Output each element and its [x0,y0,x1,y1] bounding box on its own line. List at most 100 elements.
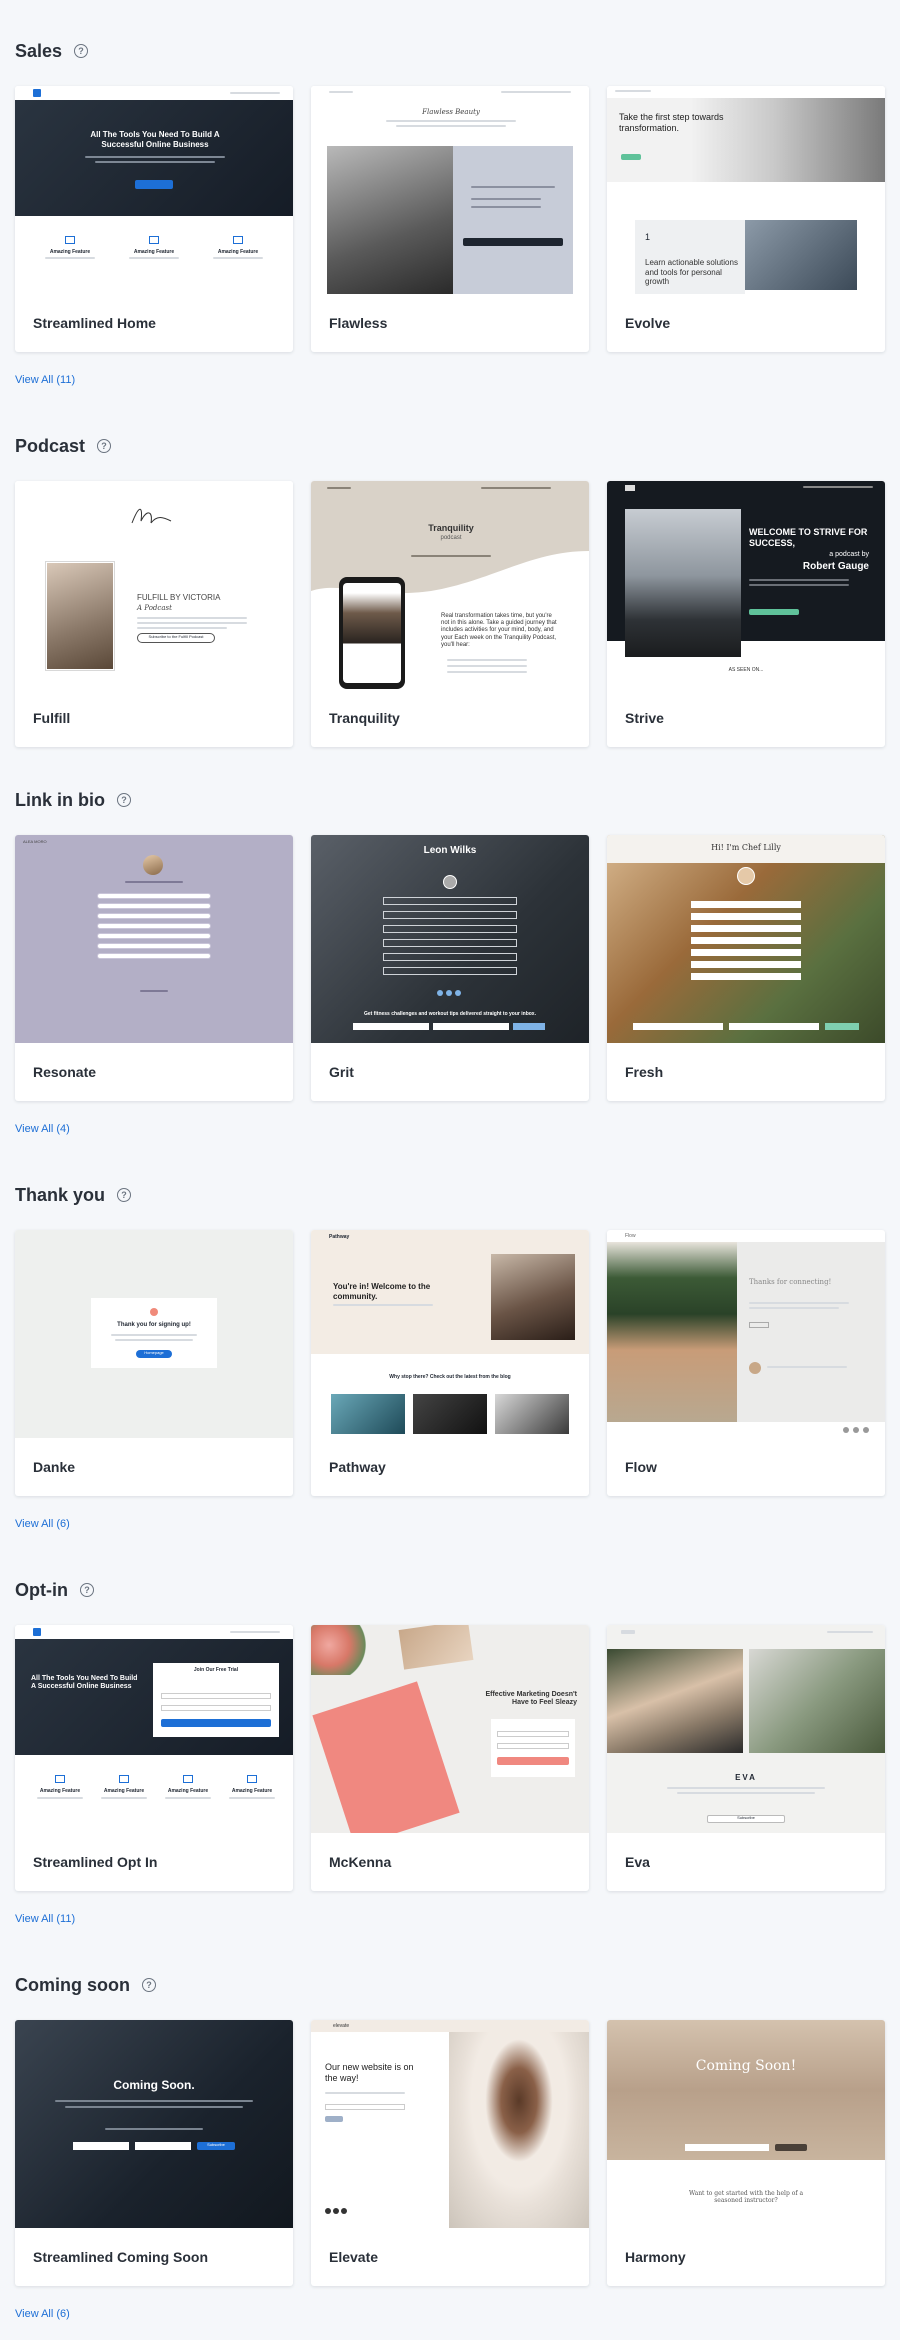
feature-icon [65,236,75,244]
template-card-eva[interactable]: EVA Subscribe Eva [607,1625,885,1891]
section-header: Podcast ? [15,431,885,461]
preview-heading: FULFILL BY VICTORIA [137,593,221,602]
template-grid: All The Tools You Need To Build A Succes… [15,86,885,352]
view-all-link[interactable]: View All (11) [15,1913,885,1925]
hero-photo [449,2032,589,2228]
social-icon [333,2208,339,2214]
preview-heading: Hi! I'm Chef Lilly [711,843,781,852]
template-preview: All The Tools You Need To Build A Succes… [15,86,293,294]
preview-heading: Flawless Beauty [422,108,480,116]
template-name: Danke [33,1459,76,1475]
preview-heading: Coming Soon. [113,2078,195,2092]
help-icon[interactable]: ? [117,1188,132,1202]
template-preview: Effective Marketing Doesn't Have to Feel… [311,1625,589,1833]
help-icon[interactable]: ? [142,1978,156,1992]
social-icon [446,990,452,996]
help-icon[interactable]: ? [117,793,131,807]
section-header: Sales ? [15,36,885,66]
template-card-pathway[interactable]: Pathway You're in! Welcome to the commun… [311,1230,589,1496]
template-name: McKenna [329,1854,392,1870]
model-photo [327,146,453,294]
preview-heading: Our new website is on the way! [325,2062,414,2083]
flowers-photo [311,1625,371,1675]
view-all-link[interactable]: View All (4) [15,1123,885,1135]
social-icon [341,2208,347,2214]
template-card-resonate[interactable]: ALEA MORO Resonate [15,835,293,1101]
preview-heading: Coming Soon! [695,2058,797,2074]
template-name: Resonate [33,1064,97,1080]
template-name: Fresh [625,1064,664,1080]
view-all-link[interactable]: View All (6) [15,2308,885,2320]
template-preview: Take the first step towards transformati… [607,86,885,294]
view-all-link[interactable]: View All (6) [15,1518,885,1530]
template-preview: Hi! I'm Chef Lilly [607,835,885,1043]
social-icon [455,990,461,996]
help-icon[interactable]: ? [97,439,112,453]
template-card-danke[interactable]: Thank you for signing up! Homepage Danke [15,1230,293,1496]
feature-icon [183,1775,193,1783]
template-name: Strive [625,710,664,726]
section-podcast: Podcast ? FULFILL BY VICTORIA A Podcast … [15,431,885,785]
view-all-link[interactable]: View All (11) [15,374,885,386]
logo-icon [33,89,41,97]
section-header: Coming soon ? [15,1970,885,2000]
template-preview: Thank you for signing up! Homepage [15,1230,293,1438]
preview-heading: Leon Wilks [423,845,477,856]
template-name: Streamlined Home [33,315,156,331]
template-grid: FULFILL BY VICTORIA A Podcast Subscribe … [15,481,885,747]
section-title: Podcast [15,435,86,456]
template-card-elevate[interactable]: elevate Our new website is on the way! E… [311,2020,589,2286]
template-card-fulfill[interactable]: FULFILL BY VICTORIA A Podcast Subscribe … [15,481,293,747]
logo-icon [33,1628,41,1636]
template-card-flow[interactable]: Flow Thanks for connecting! Flow [607,1230,885,1496]
portrait-photo [607,1649,743,1753]
template-preview: Pathway You're in! Welcome to the commun… [311,1230,589,1438]
social-icon [843,1427,849,1433]
social-icon [325,2208,331,2214]
template-card-streamlined-coming-soon[interactable]: Coming Soon. Subscribe Streamlined Comin… [15,2020,293,2286]
feature-icon [233,236,243,244]
template-grid: Thank you for signing up! Homepage Danke… [15,1230,885,1496]
help-icon[interactable]: ? [79,1583,94,1597]
avatar [737,867,755,885]
section-title: Link in bio [15,789,105,810]
template-name: Eva [625,1854,650,1870]
avatar [443,875,457,889]
template-name: Fulfill [33,710,71,726]
help-icon[interactable]: ? [74,44,89,58]
template-card-grit[interactable]: Leon Wilks Get fitness challenges and wo… [311,835,589,1101]
section-title: Coming soon [15,1974,130,1995]
template-card-harmony[interactable]: Coming Soon! Want to get started with th… [607,2020,885,2286]
template-preview: Coming Soon! Want to get started with th… [607,2020,885,2228]
template-name: Evolve [625,315,671,331]
plant-photo [607,1242,737,1422]
preview-heading: EVA [735,1773,757,1782]
template-card-strive[interactable]: WELCOME TO STRIVE FOR SUCCESS, a podcast… [607,481,885,747]
template-preview: All The Tools You Need To Build A Succes… [15,1625,293,1833]
notebook-photo [312,1681,460,1833]
section-title: Opt-in [15,1579,68,1600]
template-card-flawless[interactable]: Flawless Beauty Flawless [311,86,589,352]
party-icon [150,1308,158,1316]
preview-heading: Tranquility [428,523,474,533]
hero-photo [607,2020,885,2160]
template-name: Harmony [625,2249,686,2265]
template-card-streamlined-home[interactable]: All The Tools You Need To Build A Succes… [15,86,293,352]
template-card-streamlined-opt-in[interactable]: All The Tools You Need To Build A Succes… [15,1625,293,1891]
mountain-photo [625,509,741,657]
host-photo [47,563,113,669]
social-icon [863,1427,869,1433]
section-header: Thank you ? [15,1180,885,1210]
template-card-evolve[interactable]: Take the first step towards transformati… [607,86,885,352]
template-name: Streamlined Opt In [33,1854,158,1870]
template-card-tranquility[interactable]: Tranquility podcast Real transformation … [311,481,589,747]
template-name: Grit [329,1064,354,1080]
template-card-fresh[interactable]: Hi! I'm Chef Lilly Fresh [607,835,885,1101]
section-thank-you: Thank you ? Thank you for signing up! Ho… [15,1180,885,1575]
template-preview: Flow Thanks for connecting! [607,1230,885,1438]
avatar [749,1362,761,1374]
template-card-mckenna[interactable]: Effective Marketing Doesn't Have to Feel… [311,1625,589,1891]
feature-icon [247,1775,257,1783]
social-icon [853,1427,859,1433]
template-name: Tranquility [329,710,400,726]
